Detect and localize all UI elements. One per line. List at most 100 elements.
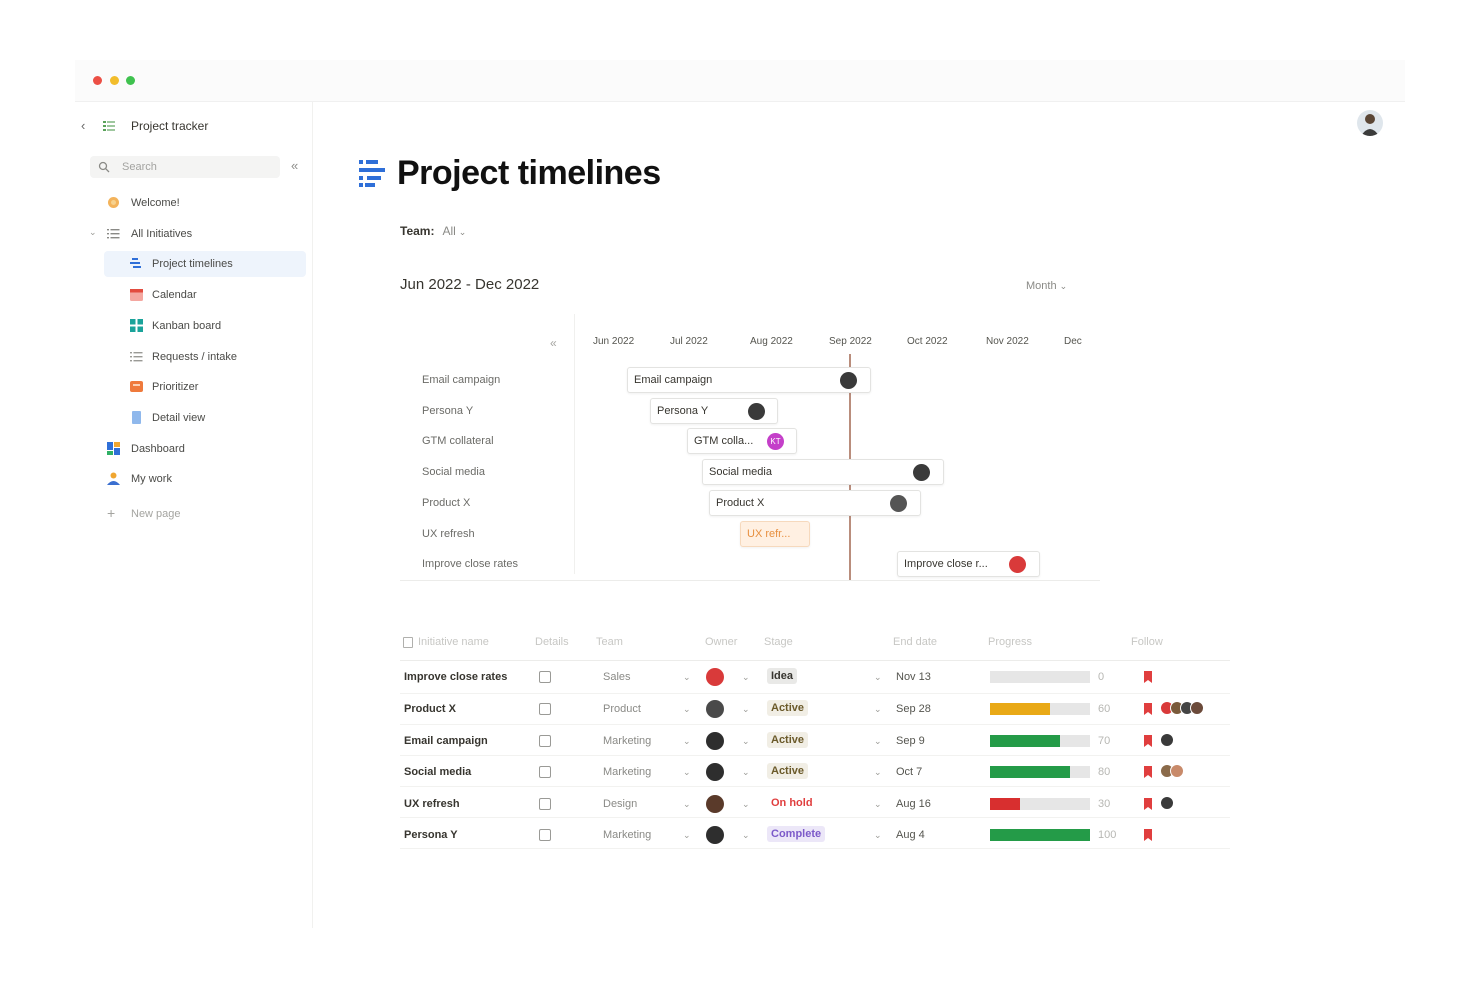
team-cell[interactable]: Product bbox=[603, 703, 641, 715]
end-date[interactable]: Oct 7 bbox=[896, 766, 922, 778]
initiative-name[interactable]: Email campaign bbox=[404, 735, 488, 747]
sidebar-item-requests-intake[interactable]: Requests / intake bbox=[104, 344, 310, 370]
collapse-rows-icon[interactable]: « bbox=[550, 336, 557, 350]
column-header[interactable]: Initiative name bbox=[418, 636, 489, 648]
chevron-down-icon[interactable]: ⌄ bbox=[683, 830, 691, 841]
chevron-down-icon[interactable]: ⌄ bbox=[683, 704, 691, 715]
follow-flag-icon[interactable] bbox=[1144, 703, 1152, 715]
collapse-sidebar-icon[interactable]: « bbox=[291, 158, 298, 173]
table-row[interactable]: Persona Y Marketing ⌄ ⌄ Complete ⌄ Aug 4… bbox=[400, 817, 1230, 848]
details-icon[interactable] bbox=[539, 798, 551, 810]
table-row[interactable]: UX refresh Design ⌄ ⌄ On hold ⌄ Aug 16 3… bbox=[400, 786, 1230, 817]
team-cell[interactable]: Marketing bbox=[603, 766, 651, 778]
chevron-down-icon[interactable]: ⌄ bbox=[874, 704, 882, 715]
table-row[interactable]: Product X Product ⌄ ⌄ Active ⌄ Sep 28 60 bbox=[400, 693, 1230, 724]
end-date[interactable]: Nov 13 bbox=[896, 671, 931, 683]
end-date[interactable]: Sep 28 bbox=[896, 703, 931, 715]
column-header[interactable]: Team bbox=[596, 636, 623, 648]
end-date[interactable]: Sep 9 bbox=[896, 735, 925, 747]
chevron-down-icon[interactable]: ⌄ bbox=[683, 672, 691, 683]
timeline-row-label[interactable]: Email campaign bbox=[422, 374, 500, 386]
team-filter[interactable]: Team: All ⌄ bbox=[400, 224, 466, 238]
stage-badge[interactable]: Active bbox=[767, 763, 809, 779]
timeline-row-label[interactable]: Improve close rates bbox=[422, 558, 518, 570]
timeline-row-label[interactable]: Product X bbox=[422, 497, 470, 509]
team-cell[interactable]: Design bbox=[603, 798, 637, 810]
chevron-down-icon[interactable]: ⌄ bbox=[742, 704, 750, 715]
chevron-down-icon[interactable]: ⌄ bbox=[683, 736, 691, 747]
sidebar-item-detail-view[interactable]: Detail view bbox=[104, 405, 310, 431]
minimize-window-button[interactable] bbox=[110, 76, 119, 85]
stage-badge[interactable]: Idea bbox=[767, 668, 798, 684]
timeline-bar[interactable]: Email campaign bbox=[627, 367, 871, 393]
sidebar-item-project-timelines[interactable]: Project timelines bbox=[104, 251, 306, 277]
follow-flag-icon[interactable] bbox=[1144, 671, 1152, 683]
details-icon[interactable] bbox=[539, 671, 551, 683]
timeline-row-label[interactable]: Persona Y bbox=[422, 405, 473, 417]
end-date[interactable]: Aug 4 bbox=[896, 829, 925, 841]
back-chevron-icon[interactable]: ‹ bbox=[81, 118, 85, 133]
owner-avatar[interactable] bbox=[706, 826, 724, 844]
stage-badge[interactable]: Active bbox=[767, 700, 809, 716]
select-all-checkbox[interactable] bbox=[403, 637, 413, 648]
team-cell[interactable]: Marketing bbox=[603, 735, 651, 747]
owner-avatar[interactable] bbox=[706, 700, 724, 718]
maximize-window-button[interactable] bbox=[126, 76, 135, 85]
close-window-button[interactable] bbox=[93, 76, 102, 85]
chevron-down-icon[interactable]: ⌄ bbox=[742, 830, 750, 841]
table-row[interactable]: Email campaign Marketing ⌄ ⌄ Active ⌄ Se… bbox=[400, 724, 1230, 755]
expand-chevron-icon[interactable]: ⌄ bbox=[89, 227, 97, 238]
team-filter-value[interactable]: All bbox=[442, 224, 455, 238]
initiative-name[interactable]: Product X bbox=[404, 703, 456, 715]
timeline-bar[interactable]: GTM colla... KT bbox=[687, 428, 797, 454]
chevron-down-icon[interactable]: ⌄ bbox=[742, 767, 750, 778]
sidebar-item-kanban-board[interactable]: Kanban board bbox=[104, 313, 310, 339]
chevron-down-icon[interactable]: ⌄ bbox=[874, 672, 882, 683]
view-mode-select[interactable]: Month ⌄ bbox=[1026, 280, 1067, 292]
end-date[interactable]: Aug 16 bbox=[896, 798, 931, 810]
sidebar-item-calendar[interactable]: Calendar bbox=[104, 282, 310, 308]
follow-flag-icon[interactable] bbox=[1144, 735, 1152, 747]
column-header[interactable]: Stage bbox=[764, 636, 793, 648]
details-icon[interactable] bbox=[539, 703, 551, 715]
sidebar-item-my-work[interactable]: My work bbox=[93, 466, 299, 492]
details-icon[interactable] bbox=[539, 766, 551, 778]
timeline-bar[interactable]: Social media bbox=[702, 459, 944, 485]
chevron-down-icon[interactable]: ⌄ bbox=[874, 799, 882, 810]
timeline-bar[interactable]: Improve close r... bbox=[897, 551, 1040, 577]
chevron-down-icon[interactable]: ⌄ bbox=[683, 767, 691, 778]
initiative-name[interactable]: UX refresh bbox=[404, 798, 460, 810]
timeline-row-label[interactable]: UX refresh bbox=[422, 528, 475, 540]
details-icon[interactable] bbox=[539, 829, 551, 841]
timeline-bar[interactable]: Persona Y bbox=[650, 398, 778, 424]
timeline-bar[interactable]: UX refr... bbox=[740, 521, 810, 547]
timeline-bar[interactable]: Product X bbox=[709, 490, 921, 516]
chevron-down-icon[interactable]: ⌄ bbox=[874, 736, 882, 747]
chevron-down-icon[interactable]: ⌄ bbox=[874, 767, 882, 778]
chevron-down-icon[interactable]: ⌄ bbox=[742, 799, 750, 810]
sidebar-item-all-initiatives[interactable]: ⌄ All Initiatives bbox=[85, 221, 299, 247]
table-row[interactable]: Social media Marketing ⌄ ⌄ Active ⌄ Oct … bbox=[400, 755, 1230, 786]
sidebar-item-prioritizer[interactable]: Prioritizer bbox=[104, 374, 310, 400]
stage-badge[interactable]: On hold bbox=[767, 795, 817, 811]
owner-avatar[interactable] bbox=[706, 763, 724, 781]
initiative-name[interactable]: Persona Y bbox=[404, 829, 458, 841]
breadcrumb-title[interactable]: Project tracker bbox=[131, 119, 208, 133]
column-header[interactable]: Follow bbox=[1131, 636, 1163, 648]
sidebar-item-welcome[interactable]: Welcome! bbox=[93, 190, 299, 216]
column-header[interactable]: Details bbox=[535, 636, 569, 648]
timeline-row-label[interactable]: GTM collateral bbox=[422, 435, 494, 447]
timeline-row-label[interactable]: Social media bbox=[422, 466, 485, 478]
sidebar-item-new-page[interactable]: + New page bbox=[93, 501, 299, 527]
chevron-down-icon[interactable]: ⌄ bbox=[683, 799, 691, 810]
breadcrumb[interactable]: ‹ Project tracker bbox=[75, 116, 305, 136]
follow-flag-icon[interactable] bbox=[1144, 766, 1152, 778]
chevron-down-icon[interactable]: ⌄ bbox=[742, 672, 750, 683]
column-header[interactable]: Progress bbox=[988, 636, 1032, 648]
table-row[interactable]: Improve close rates Sales ⌄ ⌄ Idea ⌄ Nov… bbox=[400, 662, 1230, 693]
owner-avatar[interactable] bbox=[706, 732, 724, 750]
owner-avatar[interactable] bbox=[706, 795, 724, 813]
team-cell[interactable]: Sales bbox=[603, 671, 631, 683]
initiative-name[interactable]: Social media bbox=[404, 766, 471, 778]
team-cell[interactable]: Marketing bbox=[603, 829, 651, 841]
